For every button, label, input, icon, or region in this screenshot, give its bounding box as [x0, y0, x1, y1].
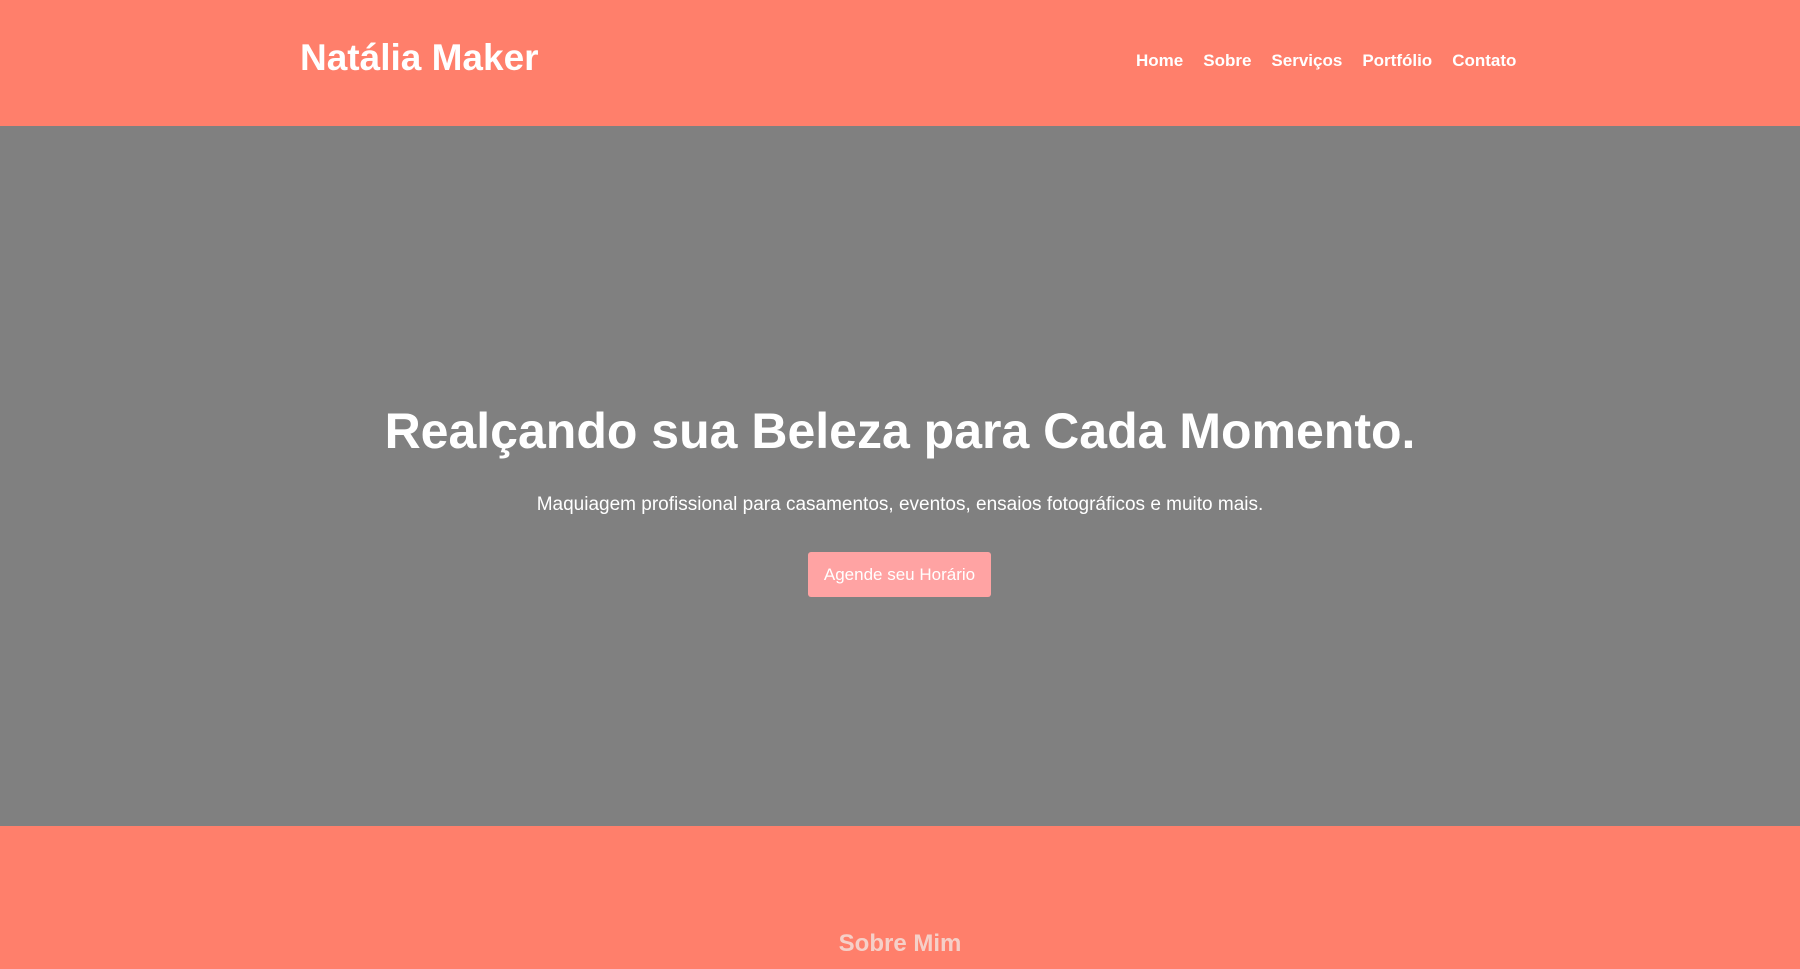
nav-link-contato[interactable]: Contato: [1452, 50, 1516, 72]
book-appointment-button[interactable]: Agende seu Horário: [808, 552, 991, 597]
brand-logo[interactable]: Natália Maker: [300, 37, 539, 79]
about-section: Sobre Mim: [0, 826, 1800, 969]
main-nav: Home Sobre Serviços Portfólio Contato: [1136, 50, 1516, 72]
nav-link-sobre[interactable]: Sobre: [1203, 50, 1251, 72]
hero-section: Realçando sua Beleza para Cada Momento. …: [0, 126, 1800, 826]
nav-link-servicos[interactable]: Serviços: [1271, 50, 1342, 72]
about-title: Sobre Mim: [838, 930, 962, 957]
nav-link-home[interactable]: Home: [1136, 50, 1183, 72]
site-header: Natália Maker Home Sobre Serviços Portfó…: [0, 0, 1800, 126]
hero-subtitle: Maquiagem profissional para casamentos, …: [536, 494, 1264, 515]
hero-title: Realçando sua Beleza para Cada Momento.: [384, 403, 1416, 459]
nav-link-portfolio[interactable]: Portfólio: [1362, 50, 1432, 72]
